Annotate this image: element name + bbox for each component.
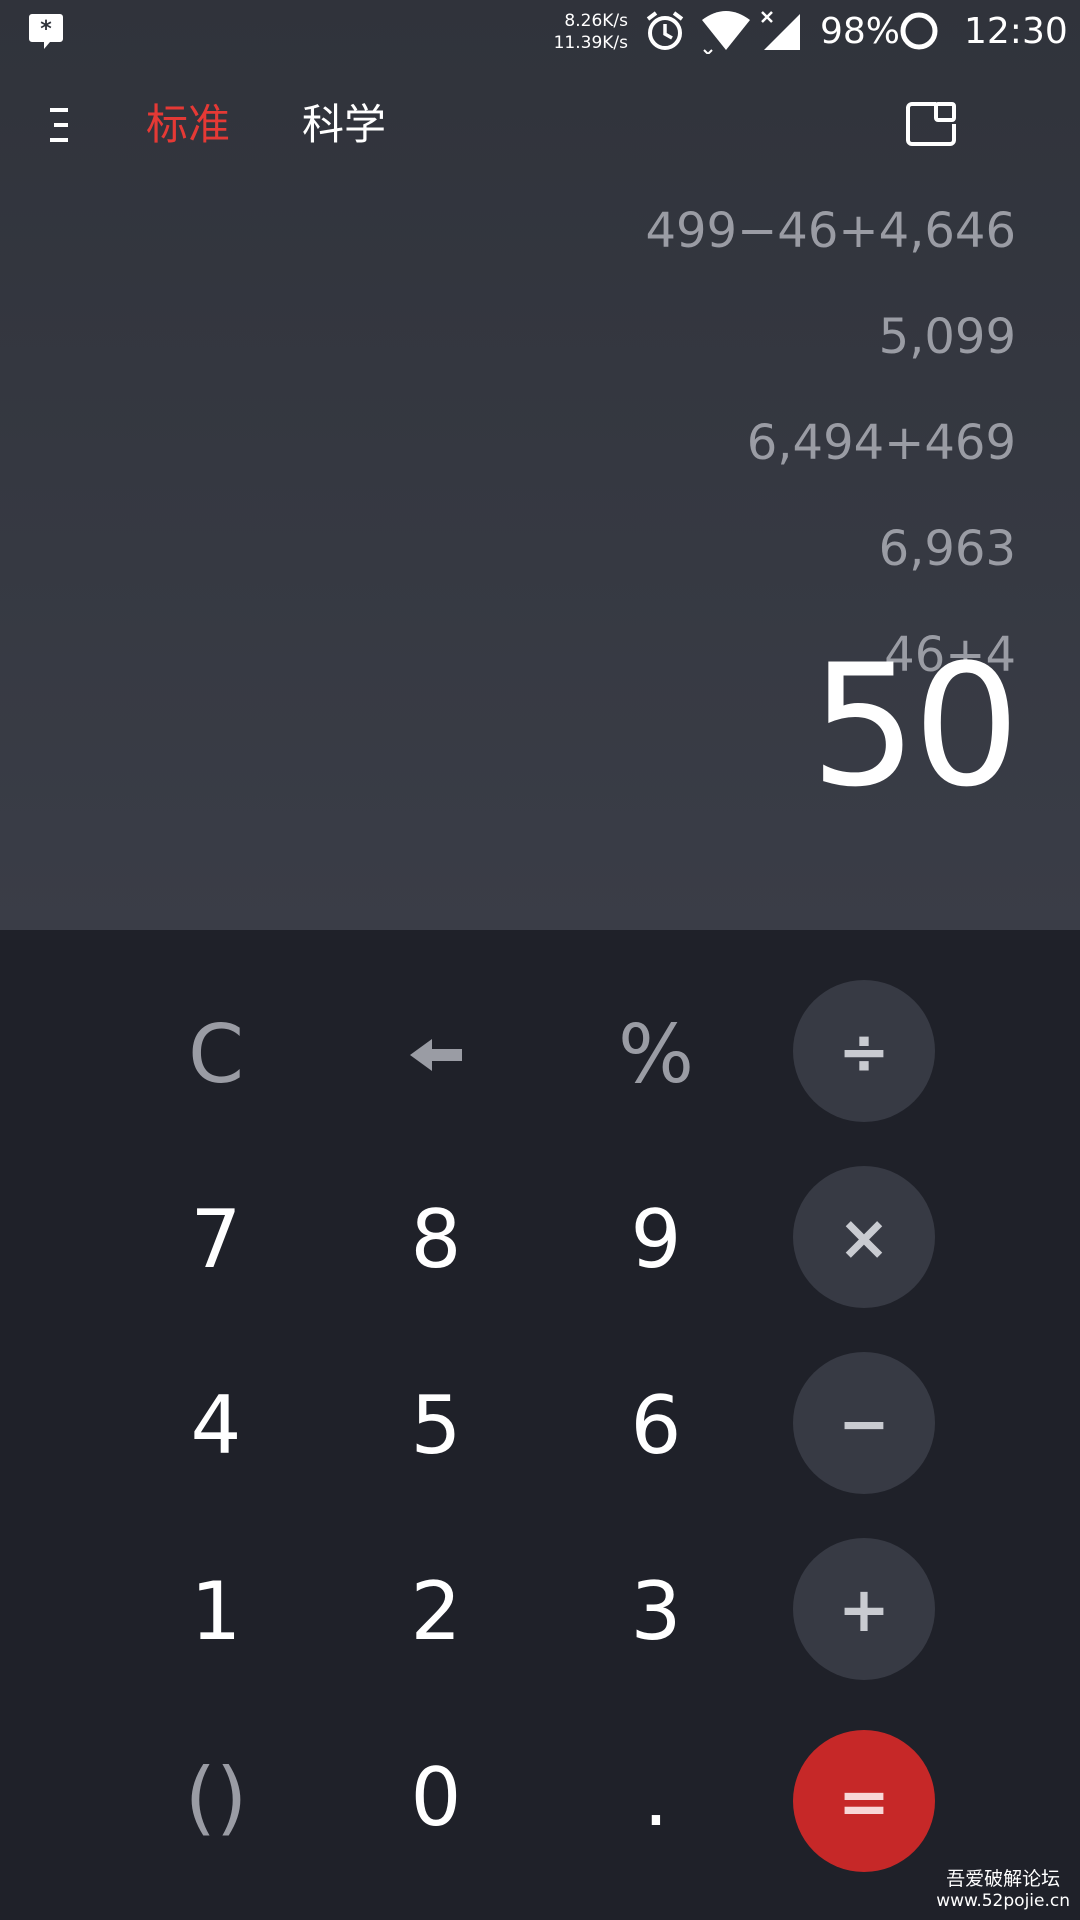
digit-6-button[interactable]: 6 xyxy=(586,1356,726,1496)
app-icon: * xyxy=(29,14,63,49)
backspace-button[interactable] xyxy=(366,985,506,1125)
tab-standard[interactable]: 标准 xyxy=(146,98,230,152)
multiply-button[interactable]: × xyxy=(793,1166,935,1308)
digit-9-button[interactable]: 9 xyxy=(586,1170,726,1310)
digit-2-button[interactable]: 2 xyxy=(366,1542,506,1682)
decimal-point-button[interactable]: . xyxy=(586,1728,726,1868)
parentheses-button[interactable]: () xyxy=(146,1728,286,1868)
history-item[interactable]: 499−46+4,646 xyxy=(316,196,1016,302)
net-down-speed: 8.26K/s xyxy=(564,11,628,31)
result-display: 50 xyxy=(810,628,1020,824)
history-item[interactable]: 5,099 xyxy=(316,302,1016,408)
menu-icon[interactable] xyxy=(44,104,74,146)
wifi-icon xyxy=(702,11,750,54)
signal-icon xyxy=(761,11,800,50)
digit-8-button[interactable]: 8 xyxy=(366,1170,506,1310)
network-speed: 8.26K/s 11.39K/s xyxy=(548,10,628,54)
digit-3-button[interactable]: 3 xyxy=(586,1542,726,1682)
svg-text:*: * xyxy=(40,17,52,42)
digit-4-button[interactable]: 4 xyxy=(146,1356,286,1496)
add-button[interactable]: + xyxy=(793,1538,935,1680)
divide-button[interactable]: ÷ xyxy=(793,980,935,1122)
percent-button[interactable]: % xyxy=(586,985,726,1125)
keypad: C % ÷ 7 8 9 × 4 5 6 − 1 2 3 + () 0 . = xyxy=(0,930,1080,1920)
battery-ring-icon xyxy=(900,12,938,50)
clear-button[interactable]: C xyxy=(146,985,286,1125)
digit-0-button[interactable]: 0 xyxy=(366,1728,506,1868)
calculator-screen: * 8.26K/s 11.39K/s 98% 12:30 标准 科学 499−4… xyxy=(0,0,1080,1920)
tab-scientific[interactable]: 科学 xyxy=(302,98,386,152)
net-up-speed: 11.39K/s xyxy=(553,33,628,53)
display-area: * 8.26K/s 11.39K/s 98% 12:30 标准 科学 499−4… xyxy=(0,0,1080,930)
watermark-url: www.52pojie.cn xyxy=(936,1891,1070,1911)
status-bar: * 8.26K/s 11.39K/s 98% 12:30 xyxy=(0,0,1080,66)
floating-window-icon[interactable] xyxy=(904,100,958,148)
watermark: 吾爱破解论坛 www.52pojie.cn xyxy=(936,1868,1070,1912)
backspace-arrow-icon xyxy=(410,1039,462,1071)
digit-1-button[interactable]: 1 xyxy=(146,1542,286,1682)
digit-5-button[interactable]: 5 xyxy=(366,1356,506,1496)
app-bar: 标准 科学 xyxy=(0,90,1080,160)
equals-button[interactable]: = xyxy=(793,1730,935,1872)
alarm-icon xyxy=(646,11,684,50)
clock: 12:30 xyxy=(964,11,1068,52)
subtract-button[interactable]: − xyxy=(793,1352,935,1494)
digit-7-button[interactable]: 7 xyxy=(146,1170,286,1310)
history-item[interactable]: 6,494+469 xyxy=(316,408,1016,514)
history-item[interactable]: 6,963 xyxy=(316,514,1016,620)
watermark-title: 吾爱破解论坛 xyxy=(946,1868,1061,1890)
battery-level: 98% xyxy=(820,11,901,52)
